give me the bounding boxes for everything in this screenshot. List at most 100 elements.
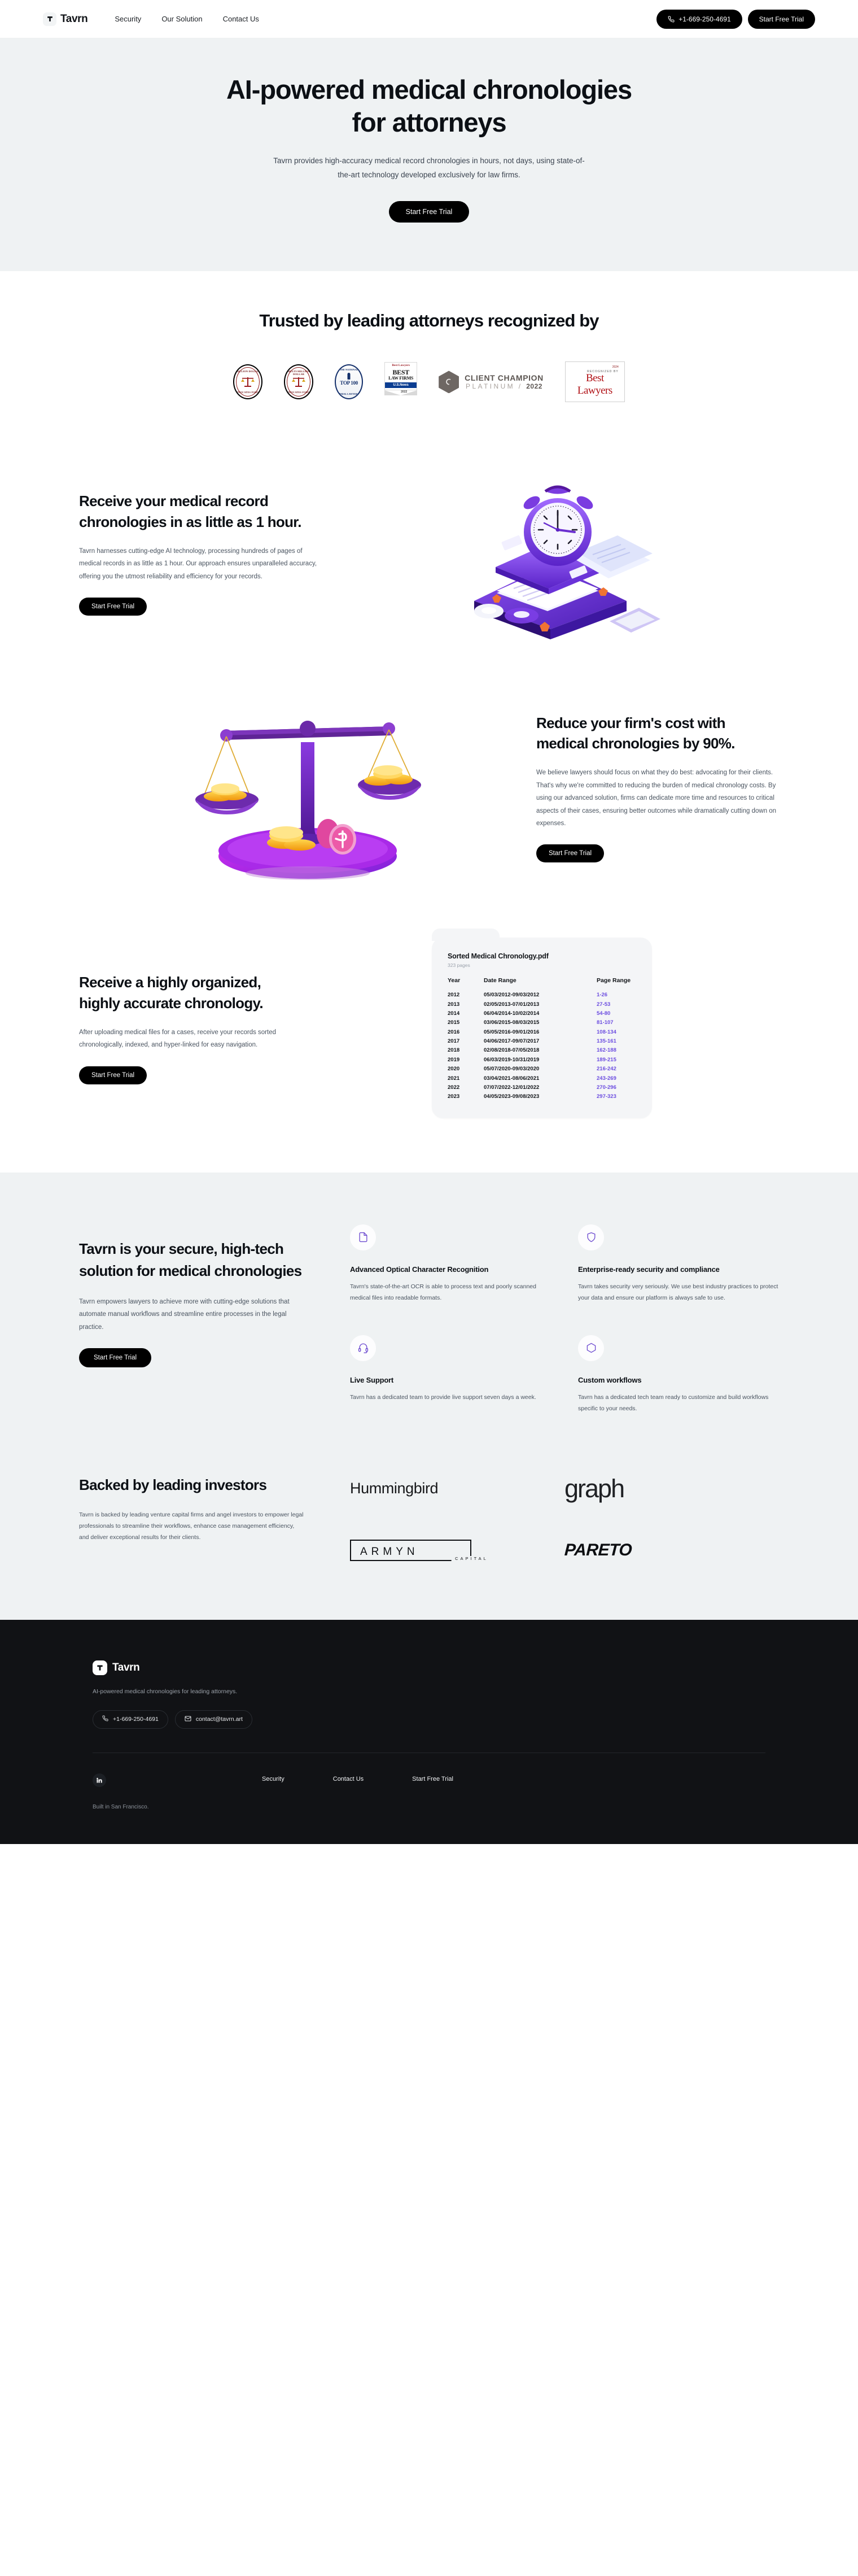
cell-year: 2013 xyxy=(448,1001,460,1008)
cell-page-range[interactable]: 54-80 xyxy=(597,1009,637,1018)
secure-heading: Tavrn is your secure, high-tech solution… xyxy=(79,1240,302,1279)
cell-page-range[interactable]: 81-107 xyxy=(597,1018,637,1027)
feature-card-ocr: Advanced Optical Character Recognition T… xyxy=(350,1224,551,1304)
armyn-sub-wordmark: CAPITAL xyxy=(452,1555,492,1561)
feature-speed-section: Receive your medical record chronologies… xyxy=(0,434,858,669)
page-root: Tavrn Security Our Solution Contact Us +… xyxy=(0,0,858,1844)
badge-line2: PLATINUM / xyxy=(466,382,523,390)
feature-speed-body: Tavrn harnesses cutting-edge AI technolo… xyxy=(79,547,317,580)
feature-organized-body: After uploading medical files for a case… xyxy=(79,1028,276,1049)
footer-phone-button[interactable]: +1-669-250-4691 xyxy=(93,1710,168,1729)
stopwatch-icon xyxy=(474,485,660,640)
feature-organized-heading: Receive a highly organized, highly accur… xyxy=(79,973,264,1012)
cell-page-range[interactable]: 297-323 xyxy=(597,1092,637,1101)
investors-body: Tavrn is backed by leading venture capit… xyxy=(79,1511,304,1541)
table-row: 2016 05/05/2016-09/01/2016 108-134 xyxy=(448,1027,637,1036)
cell-date-range: 04/05/2023-09/08/2023 xyxy=(484,1093,540,1100)
hero-heading: AI-powered medical chronologies for atto… xyxy=(226,75,632,138)
cell-year: 2016 xyxy=(448,1028,460,1035)
cell-date-range: 06/03/2019-10/31/2019 xyxy=(484,1056,540,1063)
cell-date-range: 03/04/2021-08/06/2021 xyxy=(484,1075,540,1082)
cell-year: 2023 xyxy=(448,1093,460,1100)
cell-page-range[interactable]: 108-134 xyxy=(597,1027,637,1036)
table-row: 2019 06/03/2019-10/31/2019 189-215 xyxy=(448,1055,637,1064)
footer-brand-name: Tavrn xyxy=(112,1661,140,1673)
site-footer: Tavrn AI-powered medical chronologies fo… xyxy=(0,1619,858,1844)
badge-kicker: Best Lawyers xyxy=(384,362,418,368)
start-free-trial-button-nav[interactable]: Start Free Trial xyxy=(747,9,815,29)
badge-line2: LAW FIRMS xyxy=(388,376,414,381)
footer-link-contact-us[interactable]: Contact Us xyxy=(333,1776,364,1782)
pareto-wordmark: PARETO xyxy=(564,1540,633,1559)
nav-link-our-solution[interactable]: Our Solution xyxy=(161,15,202,23)
cell-date-range: 06/04/2014-10/02/2014 xyxy=(484,1010,540,1017)
table-row: 2023 04/05/2023-09/08/2023 297-323 xyxy=(448,1092,637,1101)
mail-icon xyxy=(185,1715,191,1724)
cell-date-range: 02/08/2018-07/05/2018 xyxy=(484,1047,540,1054)
badge-top-text: THE NATIONAL xyxy=(340,368,358,372)
feature-card-body: Tavrn's state-of-the-art OCR is able to … xyxy=(350,1283,536,1301)
cell-page-range[interactable]: 270-296 xyxy=(597,1083,637,1092)
footer-brand[interactable]: Tavrn xyxy=(93,1660,765,1675)
footer-link-security[interactable]: Security xyxy=(262,1776,284,1782)
start-free-trial-button-organized[interactable]: Start Free Trial xyxy=(79,1066,147,1084)
cell-page-range[interactable]: 1-26 xyxy=(597,990,637,999)
phone-icon xyxy=(668,15,675,23)
footer-contact-buttons: +1-669-250-4691 contact@tavrn.art xyxy=(93,1710,765,1729)
cell-page-range[interactable]: 189-215 xyxy=(597,1055,637,1064)
top-navigation-bar: Tavrn Security Our Solution Contact Us +… xyxy=(0,0,858,38)
cell-page-range[interactable]: 135-161 xyxy=(597,1036,637,1045)
cell-year: 2014 xyxy=(448,1010,460,1017)
feature-card-live-support: Live Support Tavrn has a dedicated team … xyxy=(350,1335,551,1414)
trusted-by-section: Trusted by leading attorneys recognized … xyxy=(0,271,858,434)
table-row: 2022 07/07/2022-12/01/2022 270-296 xyxy=(448,1083,637,1092)
phone-button[interactable]: +1-669-250-4691 xyxy=(656,9,742,29)
phone-icon xyxy=(102,1715,108,1723)
feature-speed-text: Receive your medical record chronologies… xyxy=(79,491,322,616)
feature-card-grid: Advanced Optical Character Recognition T… xyxy=(350,1224,779,1414)
badge-year: 2022 xyxy=(526,382,542,390)
badge-news: U.S.News xyxy=(385,382,417,389)
scales-of-justice-icon xyxy=(241,377,255,387)
award-badge-best-law-firms: Best Lawyers BEST LAW FIRMS U.S.News 202… xyxy=(384,362,418,402)
footer-email-label: contact@tavrn.art xyxy=(195,1716,243,1723)
start-free-trial-button-speed[interactable]: Start Free Trial xyxy=(79,598,147,616)
cell-page-range[interactable]: 243-269 xyxy=(597,1074,637,1083)
balance-scale-illustration xyxy=(79,691,536,883)
cell-year: 2018 xyxy=(448,1047,460,1054)
table-row: 2018 02/08/2018-07/05/2018 162-188 xyxy=(448,1046,637,1055)
nav-link-contact-us[interactable]: Contact Us xyxy=(223,15,259,23)
nav-link-security[interactable]: Security xyxy=(115,15,141,23)
start-free-trial-button-cost[interactable]: Start Free Trial xyxy=(536,844,605,863)
phone-number-label: +1-669-250-4691 xyxy=(678,15,731,23)
trusted-heading: Trusted by leading attorneys recognized … xyxy=(259,311,599,331)
footer-phone-label: +1-669-250-4691 xyxy=(113,1716,159,1723)
cell-year: 2012 xyxy=(448,992,460,999)
feature-speed-heading: Receive your medical record chronologies… xyxy=(79,492,301,530)
cell-page-range[interactable]: 216-242 xyxy=(597,1064,637,1073)
hero-subheading: Tavrn provides high-accuracy medical rec… xyxy=(273,156,585,179)
cell-page-range[interactable]: 162-188 xyxy=(597,1046,637,1055)
brand-logo[interactable]: Tavrn xyxy=(43,12,88,26)
feature-cost-text: Reduce your firm's cost with medical chr… xyxy=(536,713,779,863)
award-badge-best-lawyers: 2024 RECOGNIZED BY Best Lawyers xyxy=(564,361,625,403)
footer-tagline: AI-powered medical chronologies for lead… xyxy=(93,1688,238,1695)
footer-link-start-free-trial[interactable]: Start Free Trial xyxy=(412,1776,453,1782)
linkedin-icon[interactable] xyxy=(93,1773,106,1787)
feature-card-body: Tavrn takes security very seriously. We … xyxy=(578,1283,778,1301)
cell-year: 2017 xyxy=(448,1038,460,1045)
graph-wordmark: graph xyxy=(564,1474,625,1503)
start-free-trial-button-hero[interactable]: Start Free Trial xyxy=(388,201,470,223)
feature-card-title: Live Support xyxy=(350,1375,394,1384)
badge-mid-text: TOP 100 xyxy=(340,380,358,386)
tavrn-logo-icon xyxy=(43,12,56,26)
start-free-trial-button-secure[interactable]: Start Free Trial xyxy=(79,1348,152,1368)
footer-email-button[interactable]: contact@tavrn.art xyxy=(174,1710,252,1729)
cell-page-range[interactable]: 27-53 xyxy=(597,1000,637,1009)
chronology-table-body: 2012 05/03/2012-09/03/2012 1-26 2013 02/05/2… xyxy=(448,990,637,1101)
shield-icon xyxy=(578,1224,604,1250)
client-champion-hex-icon xyxy=(439,371,459,394)
table-row: 2020 05/07/2020-09/03/2020 216-242 xyxy=(448,1064,637,1073)
footer-social-block: Built in San Francisco. xyxy=(93,1773,262,1810)
footer-links: Security Contact Us Start Free Trial xyxy=(262,1773,453,1782)
